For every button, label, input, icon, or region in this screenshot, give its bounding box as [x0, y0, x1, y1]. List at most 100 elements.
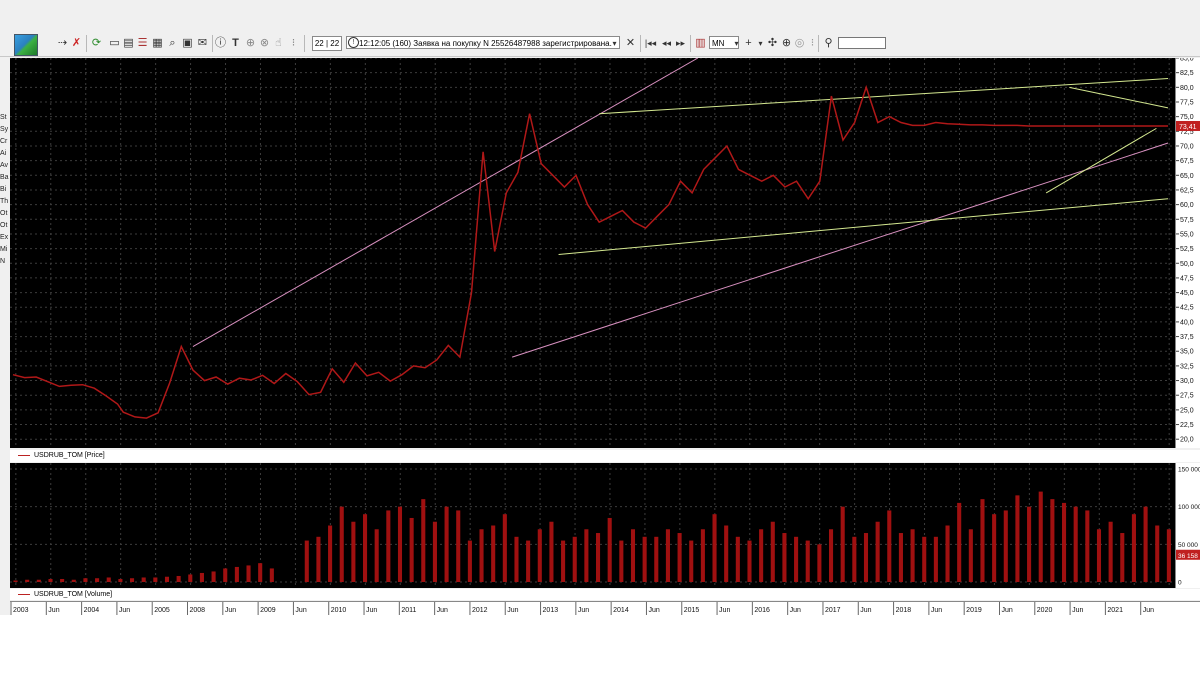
move-icon[interactable]: ✣: [766, 37, 779, 50]
volume-bar: [83, 578, 88, 582]
volume-bar: [665, 529, 670, 582]
left-panel-text: Ex: [0, 234, 9, 241]
time-tick-label: 2021: [1107, 607, 1123, 614]
app-logo-icon: [14, 34, 38, 56]
price-tick-label: 37,5: [1180, 334, 1194, 341]
left-panel-text: Th: [0, 198, 9, 205]
volume-bar: [735, 536, 740, 582]
lock-icon[interactable]: ⊕: [244, 37, 257, 50]
time-tick-label: 2009: [260, 607, 276, 614]
volume-bar: [13, 580, 18, 582]
volume-bar: [36, 579, 41, 582]
volume-axis-svg: 150 000 100 000 50 000 0 36 158: [1176, 467, 1200, 587]
volume-bar: [1015, 495, 1020, 582]
chart-window-icon[interactable]: ▦: [151, 37, 164, 50]
volume-tick-label: 100 000: [1178, 504, 1200, 511]
legend-line-swatch: [18, 593, 30, 595]
time-tick-label: 2008: [190, 607, 206, 614]
volume-bar: [153, 577, 158, 582]
table-icon[interactable]: ▤: [122, 37, 135, 50]
volume-bar: [922, 536, 927, 582]
volume-bar: [1003, 510, 1008, 582]
volume-bar: [747, 540, 752, 582]
price-chart-pane[interactable]: [10, 57, 1175, 448]
first-page-icon[interactable]: |◂◂: [644, 37, 657, 50]
info-icon[interactable]: ⓘ: [214, 37, 227, 50]
left-panel-text: Bi: [0, 186, 7, 193]
volume-bar: [1027, 506, 1032, 582]
time-axis[interactable]: 2003 Jun 2004 Jun 2005 2008 Jun 2009 Jun 2010 Jun 2…: [10, 601, 1200, 615]
grip-icon[interactable]: ⁝: [287, 37, 300, 50]
time-tick-label: Jun: [48, 607, 59, 614]
price-tick-label: 60,0: [1180, 202, 1194, 209]
zoom-window-icon[interactable]: ⌕: [166, 37, 179, 50]
search-icon[interactable]: ⚲: [822, 37, 835, 50]
text-tool-icon[interactable]: T: [229, 37, 242, 50]
time-tick-label: 2005: [154, 607, 170, 614]
price-tick-label: 35,0: [1180, 349, 1194, 356]
volume-bar: [1085, 510, 1090, 582]
circle-icon[interactable]: ◎: [793, 37, 806, 50]
left-panel-text: St: [0, 114, 7, 121]
volume-bar: [129, 578, 135, 582]
volume-bar: [630, 529, 636, 582]
chevron-down-icon[interactable]: ▾: [608, 37, 621, 50]
volume-bar: [549, 521, 554, 582]
volume-bar: [1038, 491, 1043, 582]
list-icon[interactable]: ☰: [136, 37, 149, 50]
search-input[interactable]: [838, 37, 886, 49]
volume-bar: [514, 536, 519, 582]
volume-bar: [968, 529, 973, 582]
info-circle-icon: !: [348, 37, 359, 48]
time-tick-label: 2012: [472, 607, 488, 614]
price-tick-label: 40,0: [1180, 319, 1194, 326]
volume-bar: [852, 536, 857, 582]
volume-tick-label: 150 000: [1178, 467, 1200, 474]
price-legend: USDRUB_TOM [Price]: [10, 450, 1200, 462]
volume-bar: [980, 499, 985, 582]
volume-chart-pane[interactable]: [10, 463, 1175, 588]
volume-bar: [898, 533, 903, 582]
window-icon[interactable]: ▭: [108, 37, 121, 50]
close-icon[interactable]: ✕: [624, 37, 637, 50]
volume-bar: [351, 521, 356, 582]
volume-bar: [71, 579, 76, 582]
volume-bar: [60, 578, 65, 582]
volume-bar: [339, 506, 344, 582]
crosshair-icon[interactable]: ⊕: [780, 37, 793, 50]
volume-bar: [957, 502, 962, 582]
price-tick-label: 57,5: [1180, 217, 1194, 224]
cancel-order-icon[interactable]: ✗: [70, 37, 83, 50]
price-tick-label: 27,5: [1180, 393, 1194, 400]
tool-icon[interactable]: ⊗: [258, 37, 271, 50]
trading-terminal-window: ⇢ ✗ ⟳ ▭ ▤ ☰ ▦ ⌕ ▣ ✉ ⓘ T ⊕ ⊗ ☝ ⁝ 22 | 22 …: [0, 0, 1200, 615]
status-message-field[interactable]: 12:12:05 (160) Заявка на покупку N 25526…: [346, 36, 620, 49]
price-tick-label: 22,5: [1180, 422, 1194, 429]
message-icon[interactable]: ✉: [196, 37, 209, 50]
volume-bar: [619, 540, 624, 582]
bar-chart-icon[interactable]: ▥: [694, 37, 707, 50]
hand-icon[interactable]: ☝: [272, 37, 285, 50]
volume-bar: [386, 510, 391, 582]
volume-axis[interactable]: 150 000 100 000 50 000 0 36 158: [1175, 463, 1200, 588]
volume-bar: [1108, 521, 1113, 582]
portfolio-icon[interactable]: ▣: [181, 37, 194, 50]
scroll-right-icon[interactable]: ▸▸: [674, 37, 687, 50]
price-axis[interactable]: 85,0 82,5 80,0 77,5 75,0 72,5 70,0 67,5 65,0 62,5…: [1175, 56, 1200, 448]
refresh-icon[interactable]: ⟳: [90, 37, 103, 50]
volume-bar: [444, 506, 449, 582]
volume-bar: [561, 540, 566, 582]
time-tick-label: 2004: [84, 607, 100, 614]
volume-bar: [677, 533, 682, 582]
legend-price-label: USDRUB_TOM [Price]: [34, 452, 105, 459]
time-tick-label: 2019: [966, 607, 982, 614]
scroll-left-icon[interactable]: ◂◂: [660, 37, 673, 50]
menu-bar: [0, 18, 1200, 28]
toolbar: ⇢ ✗ ⟳ ▭ ▤ ☰ ▦ ⌕ ▣ ✉ ⓘ T ⊕ ⊗ ☝ ⁝ 22 | 22 …: [0, 30, 1200, 57]
time-tick-label: 2018: [896, 607, 912, 614]
volume-bar: [1120, 533, 1125, 582]
time-tick-label: Jun: [860, 607, 871, 614]
arrow-right-icon[interactable]: ⇢: [56, 37, 69, 50]
volume-bar: [456, 510, 461, 582]
time-tick-label: Jun: [437, 607, 448, 614]
